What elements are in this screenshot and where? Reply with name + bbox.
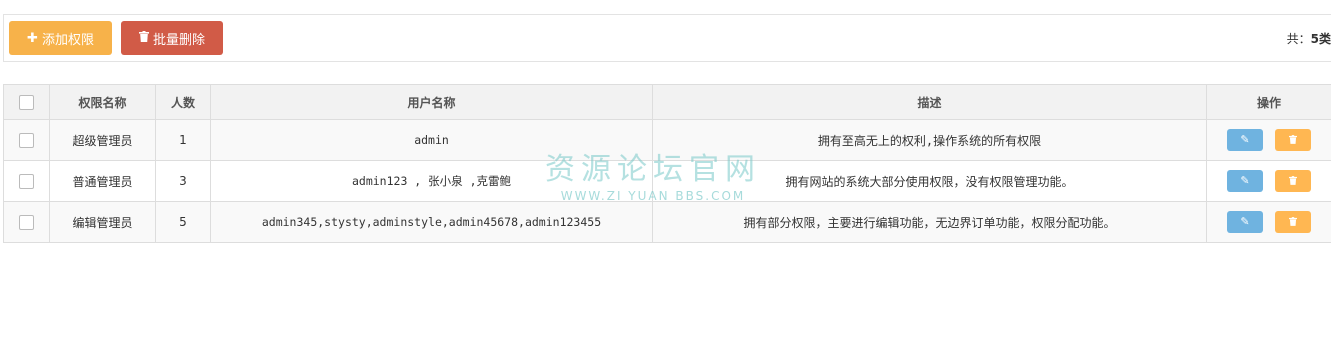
trash-icon [1289, 215, 1297, 228]
total-number: 5 [1310, 32, 1319, 46]
row-checkbox[interactable] [19, 173, 34, 189]
toolbar: ✚ 添加权限 批量删除 共：5类 [3, 14, 1331, 62]
column-header-ops: 操作 [1206, 84, 1331, 120]
user-names: admin123 , 张小泉 ,克雷鲍 [210, 160, 653, 202]
edit-icon: ✎ [1240, 215, 1250, 228]
select-all-checkbox[interactable] [19, 94, 34, 110]
total-count: 共：5类 [1287, 30, 1331, 47]
add-permission-label: 添加权限 [41, 32, 94, 48]
edit-icon: ✎ [1240, 133, 1250, 146]
row-checkbox[interactable] [19, 214, 34, 230]
trash-icon [1289, 133, 1297, 146]
permission-name: 普通管理员 [49, 160, 156, 202]
delete-button[interactable] [1275, 129, 1311, 151]
row-select-cell[interactable] [3, 119, 50, 161]
select-all-cell[interactable] [3, 84, 50, 120]
row-checkbox[interactable] [19, 132, 34, 148]
table-row: 编辑管理员 5 admin345,stysty,adminstyle,admin… [3, 201, 1331, 243]
add-permission-button[interactable]: ✚ 添加权限 [9, 21, 112, 55]
total-suffix: 类 [1318, 32, 1331, 46]
permission-name: 编辑管理员 [49, 201, 156, 243]
column-header-count: 人数 [155, 84, 211, 120]
plus-icon: ✚ [27, 30, 38, 46]
row-actions: ✎ [1206, 119, 1331, 161]
permission-desc: 拥有网站的系统大部分使用权限，没有权限管理功能。 [652, 160, 1207, 202]
column-header-users: 用户名称 [210, 84, 653, 120]
edit-button[interactable]: ✎ [1227, 211, 1263, 233]
edit-button[interactable]: ✎ [1227, 170, 1263, 192]
permission-desc: 拥有部分权限，主要进行编辑功能，无边界订单功能，权限分配功能。 [652, 201, 1207, 243]
user-names: admin [210, 119, 653, 161]
user-count: 1 [155, 119, 211, 161]
batch-delete-label: 批量删除 [152, 32, 205, 48]
edit-icon: ✎ [1240, 174, 1250, 187]
user-count: 5 [155, 201, 211, 243]
row-select-cell[interactable] [3, 160, 50, 202]
edit-button[interactable]: ✎ [1227, 129, 1263, 151]
column-header-name: 权限名称 [49, 84, 156, 120]
delete-button[interactable] [1275, 170, 1311, 192]
table-row: 普通管理员 3 admin123 , 张小泉 ,克雷鲍 拥有网站的系统大部分使用… [3, 160, 1331, 202]
row-actions: ✎ [1206, 160, 1331, 202]
batch-delete-button[interactable]: 批量删除 [121, 21, 223, 55]
table-row: 超级管理员 1 admin 拥有至高无上的权利,操作系统的所有权限 ✎ [3, 119, 1331, 161]
column-header-desc: 描述 [652, 84, 1207, 120]
permission-name: 超级管理员 [49, 119, 156, 161]
user-count: 3 [155, 160, 211, 202]
delete-button[interactable] [1275, 211, 1311, 233]
row-select-cell[interactable] [3, 201, 50, 243]
row-actions: ✎ [1206, 201, 1331, 243]
permission-desc: 拥有至高无上的权利,操作系统的所有权限 [652, 119, 1207, 161]
user-names: admin345,stysty,adminstyle,admin45678,ad… [210, 201, 653, 243]
trash-icon [138, 30, 149, 46]
table-header-row: 权限名称 人数 用户名称 描述 操作 [3, 84, 1331, 120]
trash-icon [1289, 174, 1297, 187]
total-prefix: 共： [1286, 32, 1311, 46]
permission-table: 权限名称 人数 用户名称 描述 操作 超级管理员 1 admin 拥有至高无上的… [3, 84, 1331, 243]
